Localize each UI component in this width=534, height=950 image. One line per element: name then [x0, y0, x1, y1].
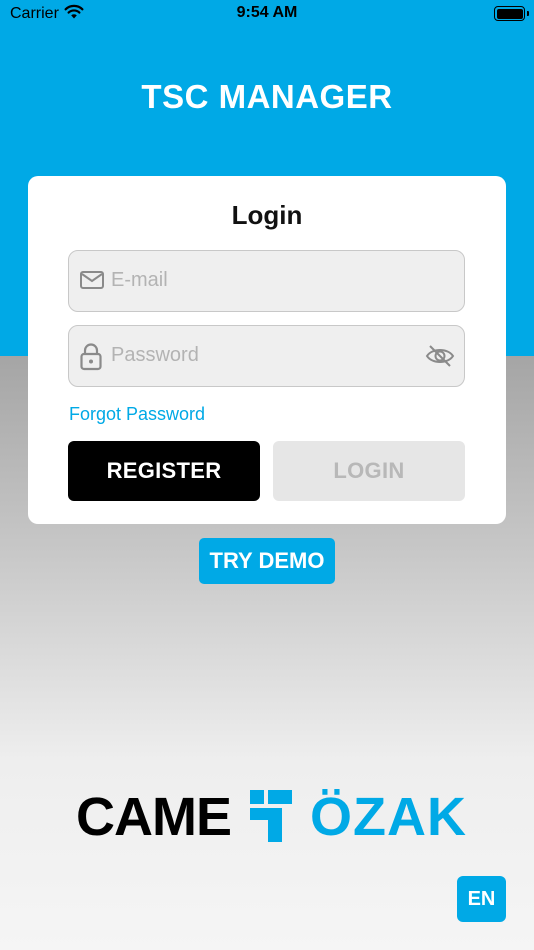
app-title: TSC MANAGER	[141, 78, 393, 115]
password-field[interactable]	[68, 325, 465, 387]
login-title: Login	[231, 200, 303, 230]
battery-icon	[494, 6, 525, 21]
mail-icon	[79, 268, 105, 297]
password-input[interactable]	[111, 326, 411, 385]
logo-mark-icon	[248, 788, 294, 849]
came-ozak-logo: CAME ÖZAK	[76, 784, 466, 850]
status-bar: Carrier 9:54 AM	[0, 0, 534, 28]
email-input[interactable]	[111, 251, 411, 310]
register-button[interactable]: REGISTER	[68, 441, 260, 501]
logo-ozak-text: ÖZAK	[310, 787, 467, 847]
logo-came-text: CAME	[76, 787, 232, 847]
try-demo-button[interactable]: TRY DEMO	[199, 538, 335, 584]
email-field[interactable]	[68, 250, 465, 312]
eye-off-icon[interactable]	[425, 343, 455, 374]
forgot-password-link[interactable]: Forgot Password	[69, 404, 205, 425]
login-card: Login Forgot Password REGI	[28, 176, 506, 524]
lock-icon	[79, 343, 103, 376]
language-button[interactable]: EN	[457, 876, 506, 922]
battery-tip	[527, 11, 529, 16]
login-button[interactable]: LOGIN	[273, 441, 465, 501]
status-time: 9:54 AM	[236, 4, 298, 21]
